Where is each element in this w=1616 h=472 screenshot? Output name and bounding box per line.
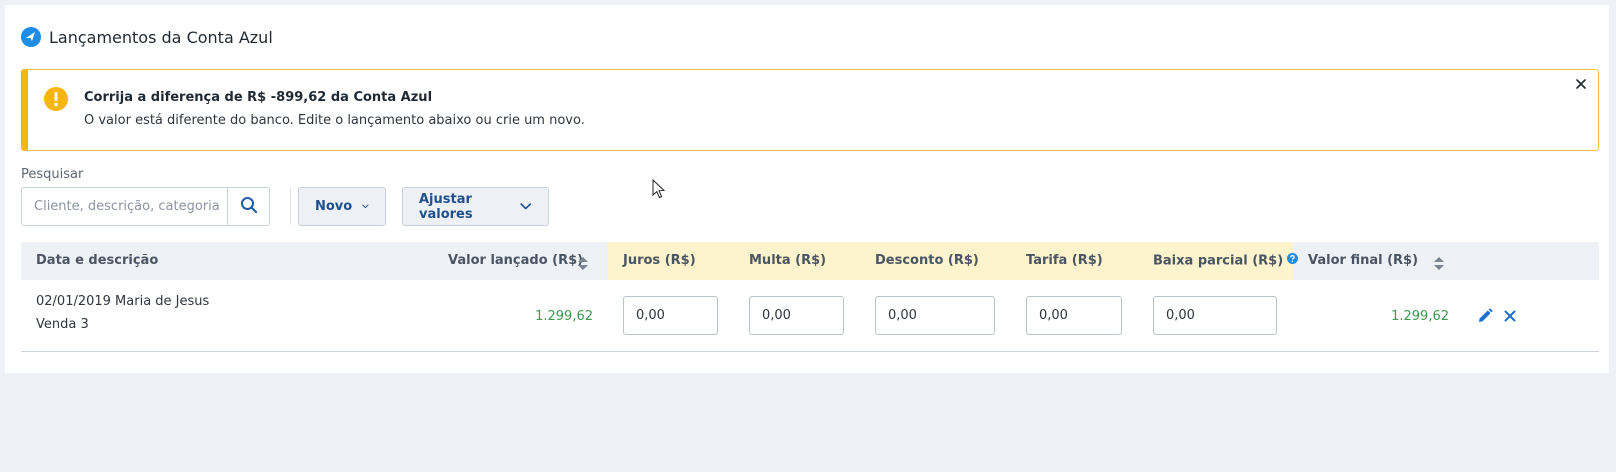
new-button-label: Novo (315, 199, 353, 214)
column-partial: Baixa parcial (R$) (1153, 242, 1299, 280)
column-fine: Multa (R$) (749, 253, 827, 268)
difference-alert: Corrija a diferença de R$ -899,62 da Con… (21, 69, 1599, 151)
search-input[interactable] (22, 188, 227, 225)
sort-icon[interactable] (1434, 255, 1444, 270)
new-dropdown-button[interactable]: Novo (298, 187, 386, 226)
toolbar-divider (290, 187, 291, 225)
partial-input[interactable] (1153, 296, 1277, 335)
adjust-values-dropdown-button[interactable]: Ajustar valores (402, 187, 549, 226)
column-partial-label: Baixa parcial (R$) (1153, 253, 1284, 269)
column-posted-value: Valor lançado (R$) (448, 253, 584, 268)
main-panel: Lançamentos da Conta Azul Corrija a dife… (5, 5, 1609, 373)
close-icon[interactable] (1574, 76, 1588, 90)
help-icon[interactable] (1287, 242, 1299, 280)
row-description: Venda 3 (36, 317, 89, 332)
row-date-name: 02/01/2019 Maria de Jesus (36, 294, 210, 309)
fine-input[interactable] (749, 296, 844, 335)
sort-icon[interactable] (578, 255, 588, 270)
alert-title: Corrija a diferença de R$ -899,62 da Con… (84, 90, 433, 105)
adjust-button-label: Ajustar valores (419, 191, 473, 222)
search-box (21, 187, 270, 226)
column-discount: Desconto (R$) (875, 253, 979, 268)
search-label: Pesquisar (21, 167, 84, 182)
cursor-icon (652, 178, 666, 203)
column-date-description: Data e descrição (36, 253, 159, 268)
conta-azul-logo-icon (21, 27, 41, 47)
alert-message: O valor está diferente do banco. Edite o… (84, 113, 585, 128)
warning-icon (44, 87, 68, 111)
edit-icon[interactable] (1477, 308, 1493, 324)
row-final-value: 1.299,62 (1391, 309, 1449, 324)
chevron-down-icon (520, 203, 532, 210)
page-header: Lançamentos da Conta Azul (21, 27, 273, 47)
row-posted-value: 1.299,62 (535, 309, 593, 324)
page-title: Lançamentos da Conta Azul (49, 27, 273, 47)
search-button[interactable] (227, 188, 269, 225)
chevron-down-icon (362, 204, 369, 209)
fee-input[interactable] (1026, 296, 1122, 335)
column-final-value: Valor final (R$) (1308, 253, 1419, 268)
table-header: Data e descrição Valor lançado (R$) Juro… (21, 242, 1599, 280)
search-icon (240, 196, 258, 218)
delete-icon[interactable] (1502, 308, 1518, 324)
column-fee: Tarifa (R$) (1026, 253, 1103, 268)
interest-input[interactable] (623, 296, 718, 335)
discount-input[interactable] (875, 296, 995, 335)
table-row: 02/01/2019 Maria de Jesus Venda 3 1.299,… (21, 280, 1599, 352)
column-interest: Juros (R$) (623, 253, 696, 268)
